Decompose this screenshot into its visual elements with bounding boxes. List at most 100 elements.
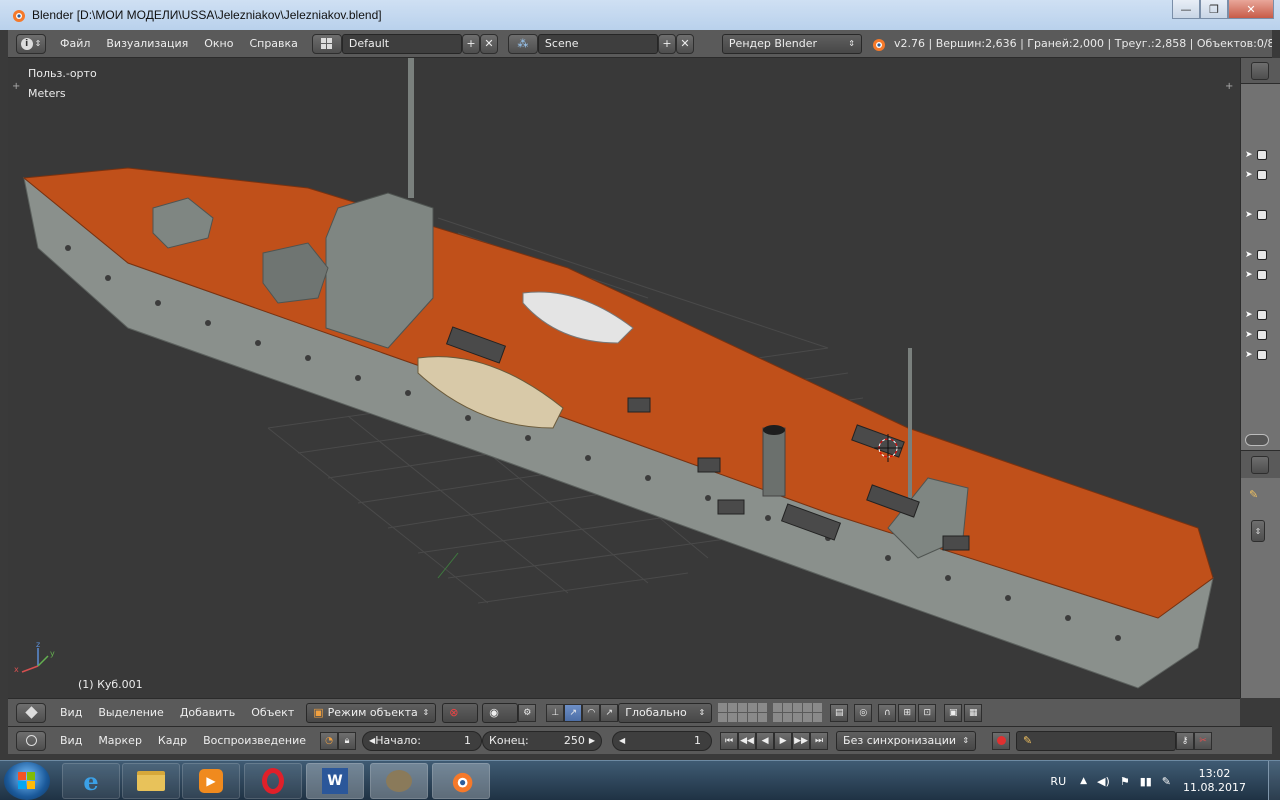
opengl-anim-button[interactable]: ▦ <box>964 703 983 722</box>
outliner-row[interactable]: ➤ <box>1245 148 1277 162</box>
add-scene-button[interactable]: + <box>657 33 676 54</box>
proportional-edit-button[interactable]: ◎ <box>854 703 873 722</box>
menu-select[interactable]: Выделение <box>90 706 172 719</box>
close-button[interactable]: ✕ <box>1228 0 1274 19</box>
outliner-editor-icon[interactable] <box>1251 62 1269 80</box>
show-hidden-icons-icon[interactable]: ▲ <box>1080 776 1087 786</box>
render-engine-select[interactable]: Рендер Blender ⇕ <box>721 33 862 54</box>
lock-time-button[interactable]: 🔒︎ <box>338 731 357 750</box>
sync-mode-select[interactable]: Без синхронизации ⇕ <box>836 730 977 751</box>
manipulator-toggle-button[interactable]: ⚙ <box>518 703 537 722</box>
menu-marker[interactable]: Маркер <box>90 734 150 747</box>
frame-end-field[interactable]: Конец: 250 ▶ <box>482 730 603 751</box>
screen-layout-button[interactable] <box>311 33 342 54</box>
opengl-render-button[interactable]: ▣ <box>944 703 963 722</box>
taskbar-gimp-button[interactable] <box>370 763 428 799</box>
minimize-button[interactable]: — <box>1172 0 1200 19</box>
outliner-row[interactable]: ➤ <box>1245 308 1277 322</box>
jump-keyframe-back-button[interactable]: ◀◀ <box>738 731 757 750</box>
maximize-button[interactable]: ❐ <box>1200 0 1228 19</box>
play-reverse-button[interactable]: ◀ <box>756 731 775 750</box>
render-icon[interactable] <box>1256 170 1267 180</box>
transform-manipulator-button[interactable]: ⊥ <box>546 703 565 722</box>
action-center-flag-icon[interactable]: ⚑ <box>1120 775 1130 788</box>
scale-manipulator-button[interactable]: ↗ <box>600 703 619 722</box>
insert-keyframe-button[interactable]: ⚷ <box>1176 731 1195 750</box>
frame-start-field[interactable]: ◀ Начало: 1 <box>362 730 483 751</box>
volume-icon[interactable]: ◀) <box>1097 775 1110 788</box>
rotate-manipulator-button[interactable]: ◠ <box>582 703 601 722</box>
properties-editor-icon[interactable] <box>1251 456 1269 474</box>
outliner-row[interactable]: ➤ <box>1245 328 1277 342</box>
remove-scene-button[interactable]: ✕ <box>675 33 694 54</box>
menu-help[interactable]: Справка <box>241 37 305 50</box>
snap-button[interactable]: ∩ <box>878 703 897 722</box>
snap-target-button[interactable]: ⊡ <box>918 703 937 722</box>
scene-field[interactable]: Scene <box>537 33 658 54</box>
current-frame-field[interactable]: ◀ 1 <box>612 730 713 751</box>
outliner-row[interactable]: ➤ <box>1245 268 1277 282</box>
menu-playback[interactable]: Воспроизведение <box>195 734 314 747</box>
transform-orientation-select[interactable]: Глобально ⇕ <box>618 702 713 723</box>
clock[interactable]: 13:02 11.08.2017 <box>1183 767 1246 795</box>
menu-file[interactable]: Файл <box>52 37 98 50</box>
properties-scroll-button[interactable]: ⇕ <box>1251 520 1265 542</box>
taskbar-opera-button[interactable] <box>244 763 302 799</box>
menu-view[interactable]: Вид <box>52 734 90 747</box>
render-icon[interactable] <box>1256 350 1267 360</box>
language-indicator[interactable]: RU <box>1050 775 1066 788</box>
record-button[interactable] <box>992 731 1011 750</box>
editor-type-button[interactable] <box>16 730 46 751</box>
interaction-mode-select[interactable]: ▣ Режим объекта ⇕ <box>306 702 437 723</box>
menu-object[interactable]: Объект <box>243 706 302 719</box>
taskbar-media-player-button[interactable]: ▶ <box>182 763 240 799</box>
remove-layout-button[interactable]: ✕ <box>479 33 498 54</box>
editor-type-button[interactable] <box>16 702 46 723</box>
taskbar-ie-button[interactable]: e <box>62 763 120 799</box>
outliner-scrollbar[interactable] <box>1245 434 1269 446</box>
menu-window[interactable]: Окно <box>196 37 241 50</box>
translate-manipulator-button[interactable]: ↗ <box>564 703 583 722</box>
scene-selector-button[interactable]: ⁂ <box>507 33 538 54</box>
render-icon[interactable] <box>1256 310 1267 320</box>
delete-keyframe-button[interactable]: ✂ <box>1194 731 1213 750</box>
network-icon[interactable]: ▮▮ <box>1140 775 1152 788</box>
editor-type-button[interactable]: i ⇕ <box>16 33 46 54</box>
outliner-row[interactable]: ➤ <box>1245 208 1277 222</box>
play-button[interactable]: ▶ <box>774 731 793 750</box>
menu-render[interactable]: Визуализация <box>98 37 196 50</box>
show-desktop-button[interactable] <box>1268 761 1280 800</box>
viewport-shading-select[interactable]: ⊗ <box>442 702 479 723</box>
menu-add[interactable]: Добавить <box>172 706 243 719</box>
properties-toggle-plus-icon[interactable]: + <box>1225 82 1235 92</box>
preview-range-button[interactable]: ◔ <box>320 731 339 750</box>
render-icon[interactable] <box>1256 210 1267 220</box>
pivot-point-select[interactable]: ◉ <box>482 702 519 723</box>
start-button[interactable] <box>4 762 50 800</box>
menu-view[interactable]: Вид <box>52 706 90 719</box>
layer-buttons-b[interactable] <box>773 703 823 722</box>
jump-start-button[interactable]: ⏮ <box>720 731 739 750</box>
toolshelf-toggle-plus-icon[interactable]: + <box>12 82 22 92</box>
render-icon[interactable] <box>1256 150 1267 160</box>
outliner-panel[interactable]: ➤ ➤ ➤ ➤ ➤ ➤ ➤ ➤ ✎ ⇕ <box>1240 58 1280 698</box>
keying-set-field[interactable]: ✎ <box>1016 730 1177 751</box>
jump-keyframe-forward-button[interactable]: ▶▶ <box>792 731 811 750</box>
render-icon[interactable] <box>1256 270 1267 280</box>
render-properties-icon[interactable]: ✎ <box>1249 488 1273 504</box>
outliner-row[interactable]: ➤ <box>1245 248 1277 262</box>
tray-app-icon[interactable]: ✎ <box>1162 775 1171 788</box>
taskbar-explorer-button[interactable] <box>122 763 180 799</box>
taskbar-word-button[interactable]: W <box>306 763 364 799</box>
outliner-row[interactable]: ➤ <box>1245 348 1277 362</box>
menu-frame[interactable]: Кадр <box>150 734 195 747</box>
render-icon[interactable] <box>1256 330 1267 340</box>
layer-buttons-a[interactable] <box>718 703 768 722</box>
screen-layout-field[interactable]: Default <box>341 33 462 54</box>
outliner-row[interactable]: ➤ <box>1245 168 1277 182</box>
lock-layers-button[interactable]: ▤ <box>830 703 849 722</box>
render-icon[interactable] <box>1256 250 1267 260</box>
jump-end-button[interactable]: ⏭ <box>810 731 829 750</box>
add-layout-button[interactable]: + <box>461 33 480 54</box>
snap-element-button[interactable]: ⊞ <box>898 703 917 722</box>
